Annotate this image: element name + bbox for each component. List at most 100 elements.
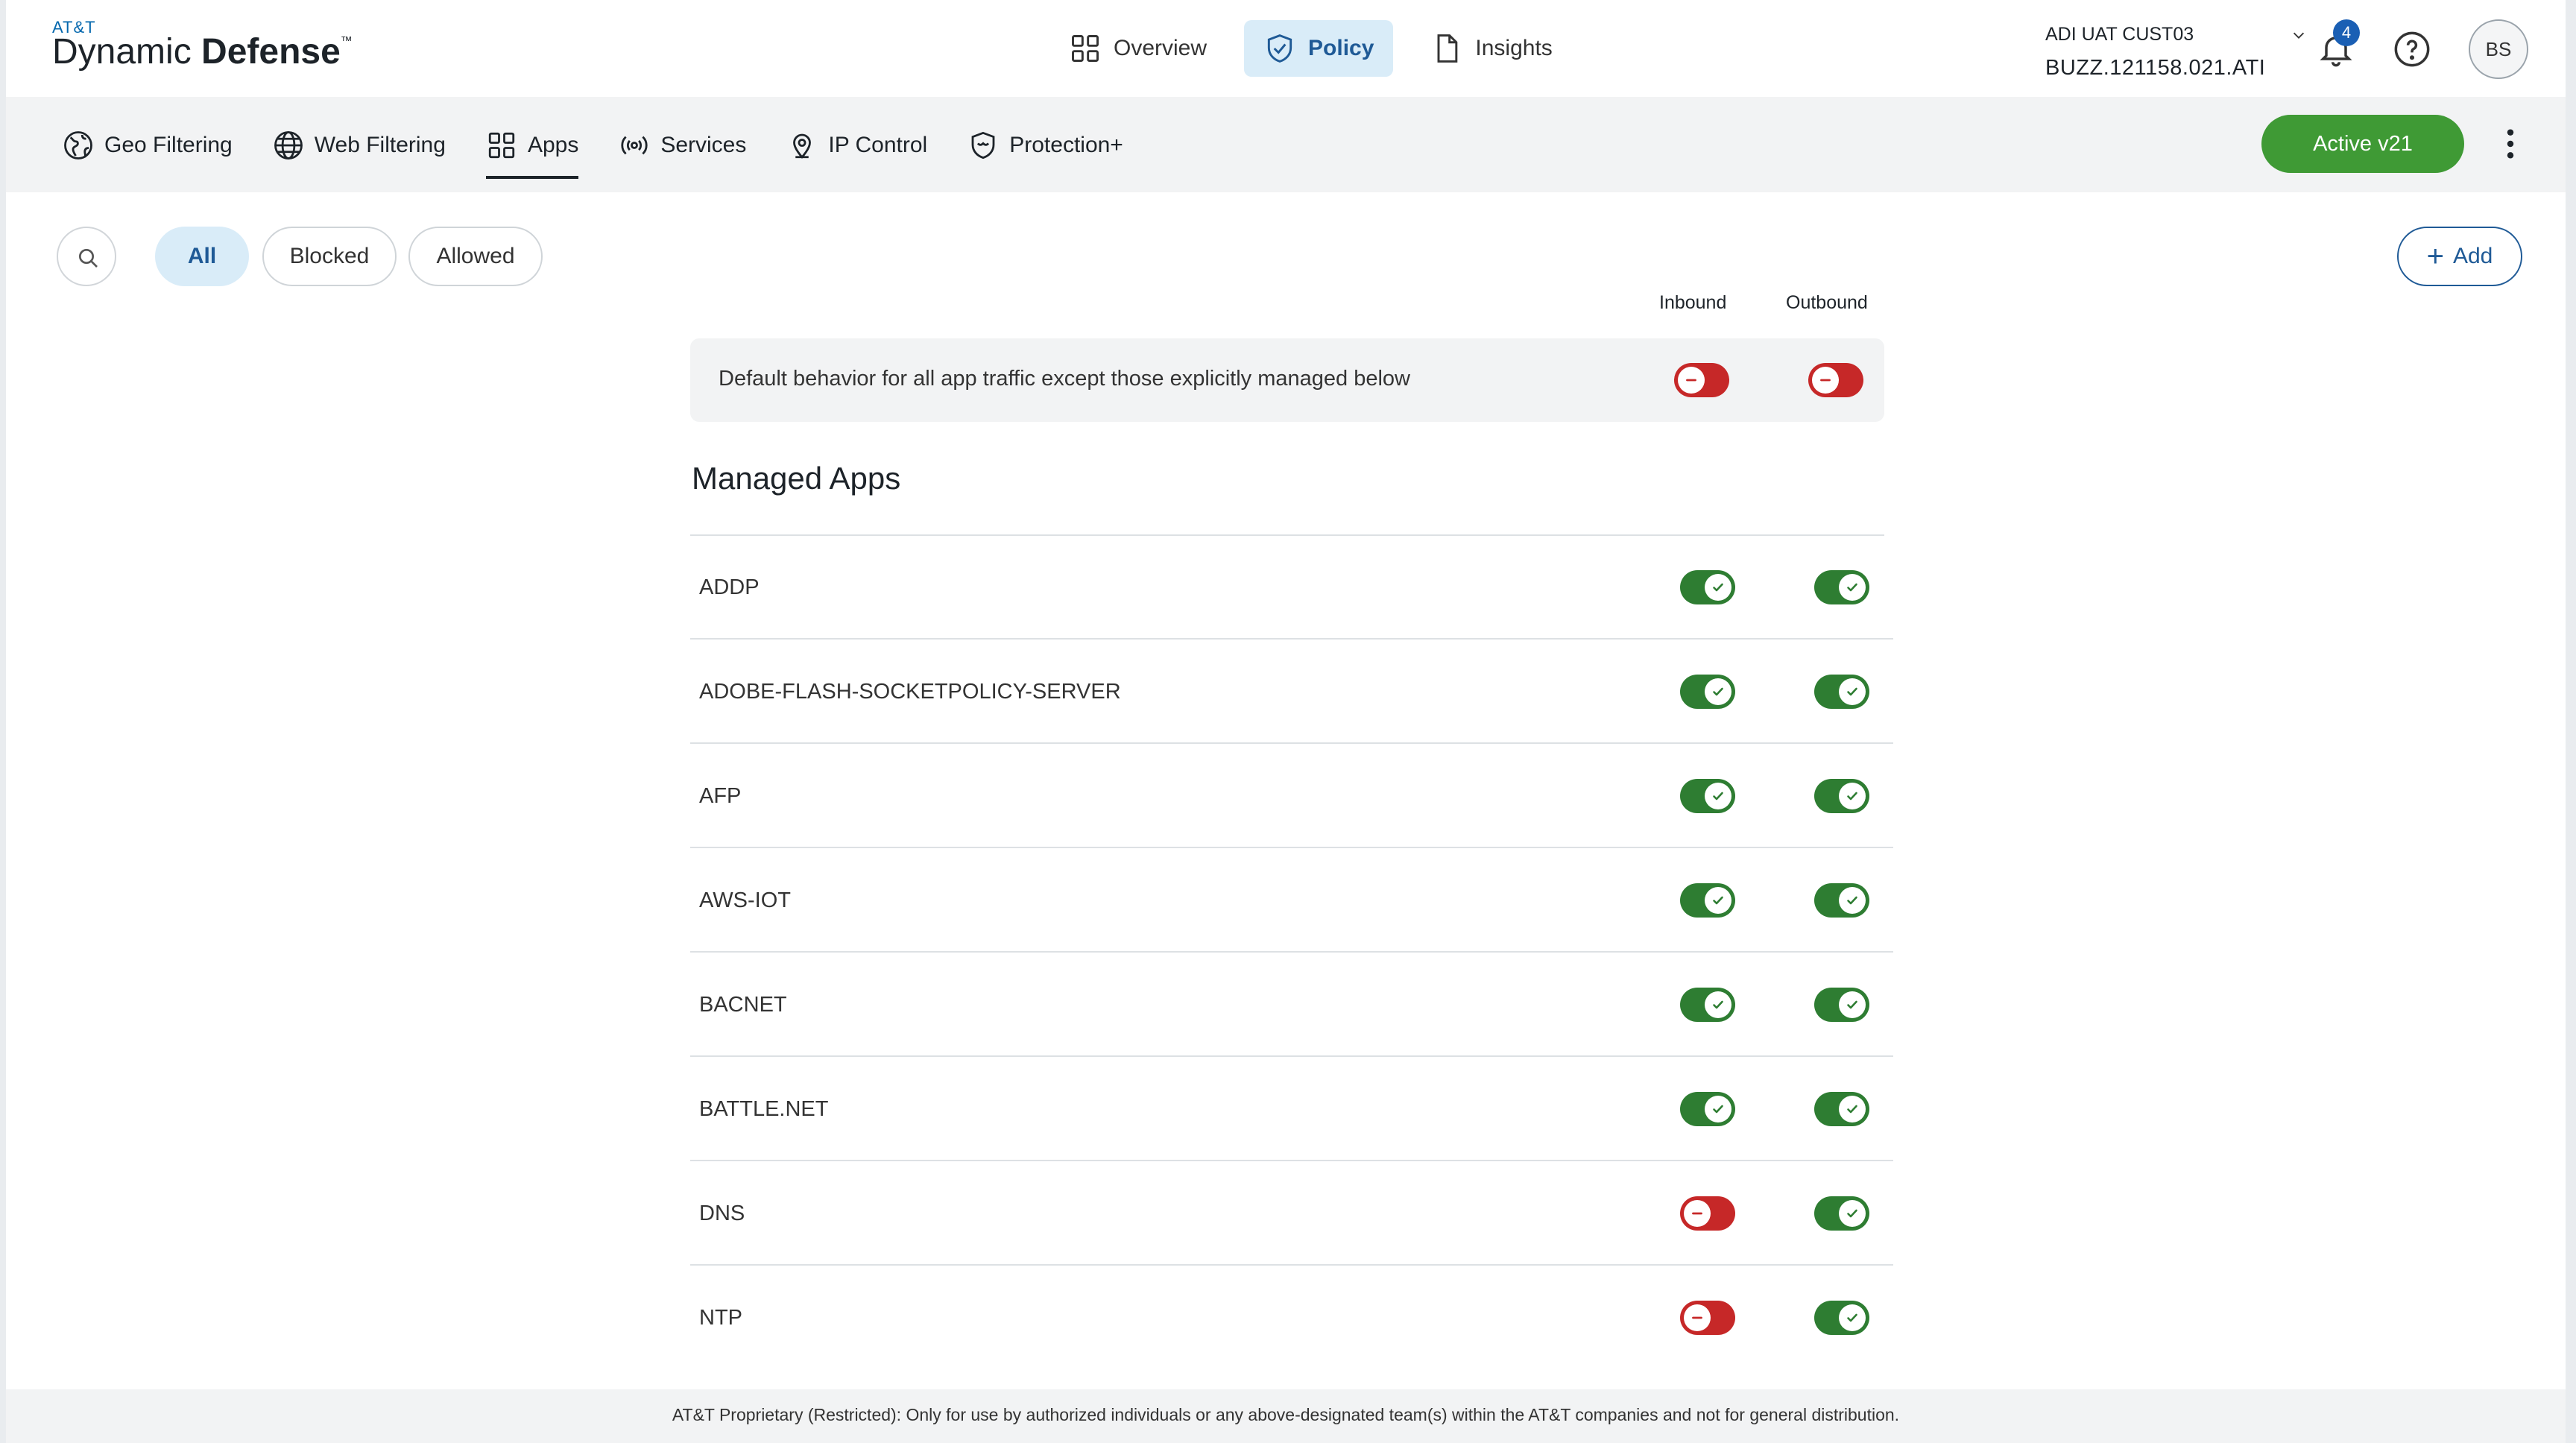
top-header: AT&T Dynamic Defense™ Overview Policy In… — [6, 0, 2566, 97]
nav-overview[interactable]: Overview — [1049, 20, 1226, 77]
help-icon[interactable] — [2393, 30, 2431, 69]
app-outbound-toggle[interactable] — [1814, 779, 1869, 813]
app-inbound-toggle[interactable] — [1680, 1092, 1735, 1126]
subnav-ip-control[interactable]: IP Control — [786, 127, 927, 164]
app-row: DNS — [690, 1161, 1893, 1266]
check-icon — [1839, 1304, 1866, 1331]
minus-icon — [1812, 367, 1839, 394]
app-row: AWS-IOT — [690, 848, 1893, 953]
shield-check-icon — [1267, 34, 1292, 63]
broadcast-icon — [621, 136, 648, 155]
app-row: NTP — [690, 1266, 1893, 1370]
app-outbound-toggle[interactable] — [1814, 883, 1869, 918]
add-app-button[interactable]: + Add — [2397, 227, 2522, 286]
app-name: BATTLE.NET — [699, 1097, 829, 1121]
filter-allowed[interactable]: Allowed — [408, 227, 543, 286]
app-name: AWS-IOT — [699, 888, 791, 912]
app-inbound-toggle[interactable] — [1680, 570, 1735, 604]
subnav-geo-filtering[interactable]: Geo Filtering — [63, 127, 233, 164]
apps-grid-icon — [488, 132, 515, 159]
nav-insights-label: Insights — [1475, 36, 1553, 60]
default-outbound-toggle[interactable] — [1808, 363, 1863, 397]
app-row: AFP — [690, 744, 1893, 848]
check-icon — [1705, 991, 1731, 1018]
minus-icon — [1678, 367, 1705, 394]
app-window: AT&T Dynamic Defense™ Overview Policy In… — [0, 0, 2576, 1443]
app-outbound-toggle[interactable] — [1814, 675, 1869, 709]
subnav-geo-filtering-label: Geo Filtering — [104, 133, 233, 157]
search-button[interactable] — [57, 227, 116, 286]
app-inbound-toggle[interactable] — [1680, 675, 1735, 709]
user-avatar[interactable]: BS — [2469, 19, 2528, 79]
brand-product-name: Dynamic Defense™ — [52, 32, 353, 72]
minus-icon — [1684, 1304, 1711, 1331]
app-inbound-toggle[interactable] — [1680, 1301, 1735, 1335]
subnav-web-filtering-label: Web Filtering — [314, 133, 446, 157]
check-icon — [1705, 678, 1731, 705]
app-name: BACNET — [699, 993, 787, 1017]
app-outbound-toggle[interactable] — [1814, 988, 1869, 1022]
check-icon — [1705, 574, 1731, 601]
globe-filled-icon — [64, 131, 92, 160]
globe-icon — [274, 131, 303, 160]
check-icon — [1839, 1096, 1866, 1122]
check-icon — [1839, 991, 1866, 1018]
subnav-apps[interactable]: Apps — [485, 127, 579, 179]
more-options-icon[interactable] — [2501, 127, 2519, 161]
filter-all[interactable]: All — [155, 227, 249, 286]
window-edge-right — [2566, 0, 2576, 1443]
app-outbound-toggle[interactable] — [1814, 1092, 1869, 1126]
nav-insights[interactable]: Insights — [1411, 20, 1571, 77]
check-icon — [1705, 783, 1731, 809]
default-inbound-toggle[interactable] — [1674, 363, 1729, 397]
plus-icon: + — [2426, 240, 2444, 273]
default-behavior-text: Default behavior for all app traffic exc… — [719, 367, 1410, 391]
search-icon — [79, 249, 98, 268]
account-selector[interactable]: ADI UAT CUST03 BUZZ.121158.021.ATI — [2045, 24, 2307, 80]
check-icon — [1705, 1096, 1731, 1122]
active-version-button[interactable]: Active v21 — [2261, 115, 2464, 173]
default-behavior-row: Default behavior for all app traffic exc… — [690, 338, 1884, 422]
brand-logo[interactable]: AT&T Dynamic Defense™ — [52, 18, 353, 70]
managed-apps-title: Managed Apps — [692, 461, 901, 496]
grid-icon — [1072, 35, 1099, 62]
nav-overview-label: Overview — [1114, 36, 1208, 60]
app-row: ADDP — [690, 535, 1893, 640]
app-name: DNS — [699, 1202, 745, 1225]
column-header-outbound: Outbound — [1786, 292, 1868, 313]
app-name: ADDP — [699, 575, 760, 599]
app-inbound-toggle[interactable] — [1680, 779, 1735, 813]
subnav-services[interactable]: Services — [619, 127, 746, 164]
app-inbound-toggle[interactable] — [1680, 988, 1735, 1022]
check-icon — [1839, 887, 1866, 914]
app-outbound-toggle[interactable] — [1814, 1301, 1869, 1335]
check-icon — [1839, 678, 1866, 705]
check-icon — [1839, 783, 1866, 809]
subnav-services-label: Services — [660, 133, 747, 157]
subnav-apps-label: Apps — [527, 133, 579, 157]
account-id: BUZZ.121158.021.ATI — [2045, 56, 2266, 80]
app-outbound-toggle[interactable] — [1814, 1196, 1869, 1231]
add-app-label: Add — [2452, 244, 2493, 268]
app-outbound-toggle[interactable] — [1814, 570, 1869, 604]
app-row: BACNET — [690, 953, 1893, 1057]
app-name: AFP — [699, 784, 742, 808]
policy-subnav: Geo Filtering Web Filtering Apps Service… — [6, 97, 2566, 192]
check-icon — [1839, 574, 1866, 601]
filter-blocked[interactable]: Blocked — [262, 227, 397, 286]
subnav-web-filtering[interactable]: Web Filtering — [273, 127, 446, 164]
document-icon — [1437, 34, 1458, 63]
proprietary-footer: AT&T Proprietary (Restricted): Only for … — [6, 1389, 2566, 1443]
primary-nav: Overview Policy Insights — [1049, 20, 1572, 77]
subnav-ip-control-label: IP Control — [828, 133, 928, 157]
app-inbound-toggle[interactable] — [1680, 883, 1735, 918]
check-icon — [1705, 887, 1731, 914]
nav-policy[interactable]: Policy — [1244, 20, 1394, 77]
window-edge-left — [0, 0, 6, 1443]
shield-plus-icon — [971, 131, 995, 160]
check-icon — [1839, 1200, 1866, 1227]
chevron-down-icon — [2294, 32, 2305, 39]
subnav-protection-plus[interactable]: Protection+ — [967, 127, 1123, 164]
location-pin-icon — [793, 133, 812, 159]
app-inbound-toggle[interactable] — [1680, 1196, 1735, 1231]
